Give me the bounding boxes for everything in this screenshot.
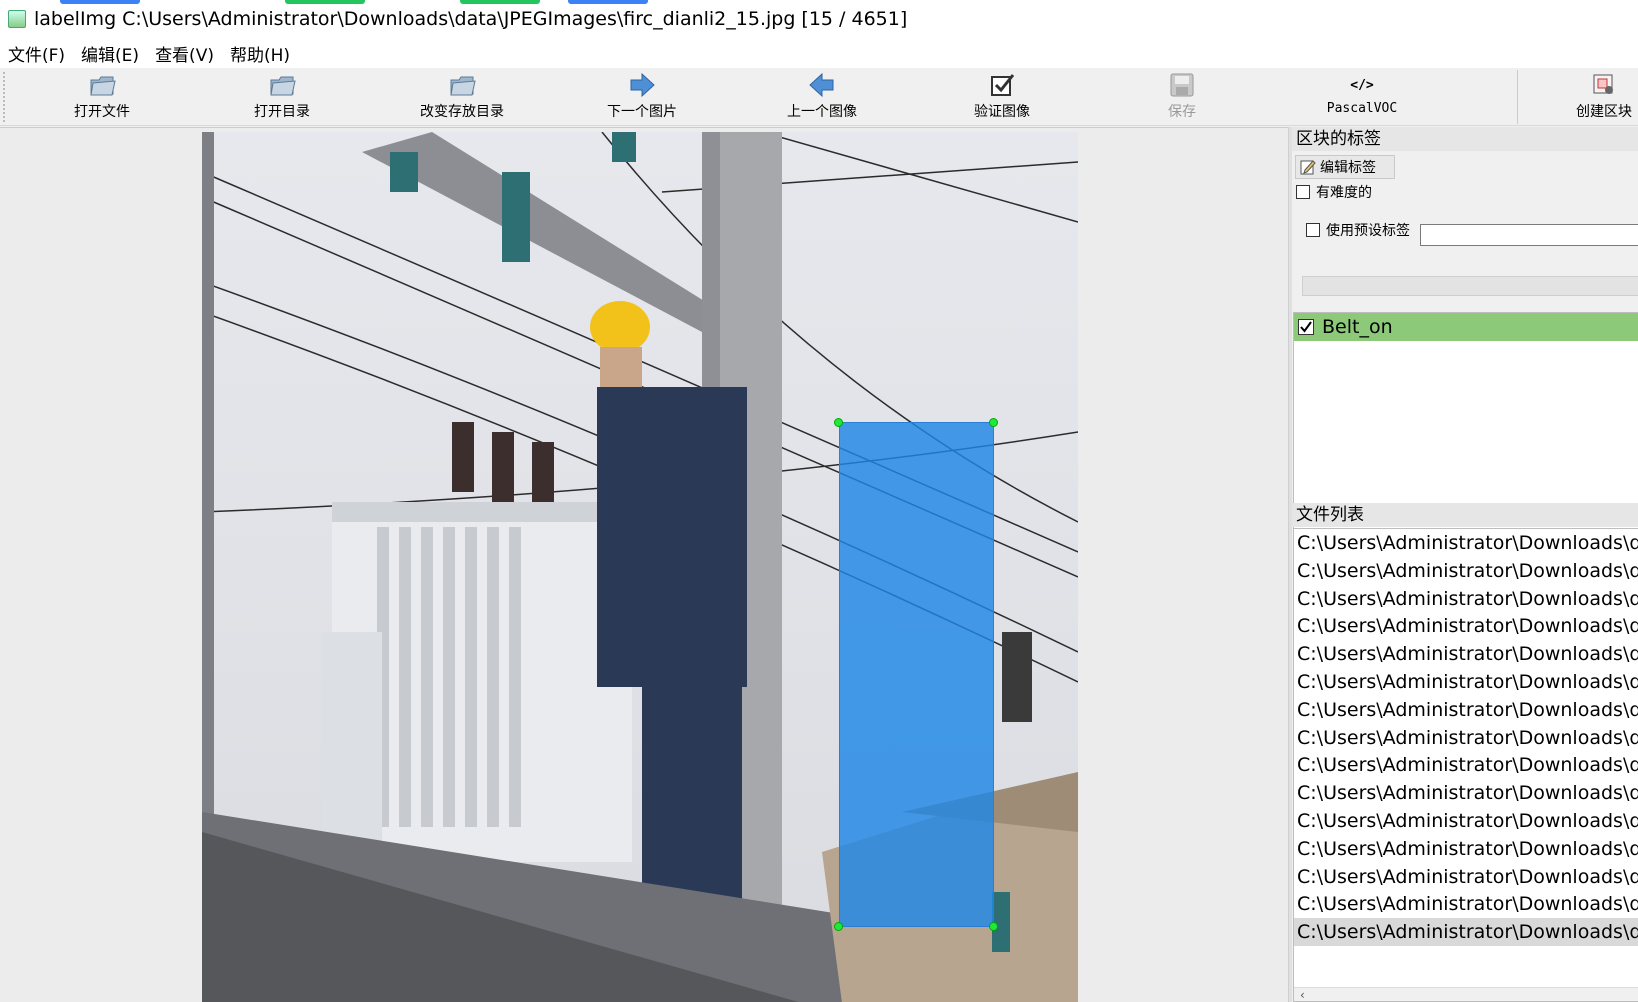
create-box-icon [1590, 72, 1618, 98]
arrow-right-icon [628, 72, 656, 98]
difficult-label: 有难度的 [1316, 185, 1372, 201]
save-button[interactable]: 保存 [1122, 70, 1242, 124]
window-title: labelImg C:\Users\Administrator\Download… [34, 8, 908, 30]
file-list-item[interactable]: C:\Users\Administrator\Downloads\data [1294, 890, 1638, 918]
file-list-item[interactable]: C:\Users\Administrator\Downloads\data [1294, 640, 1638, 668]
file-list-item[interactable]: C:\Users\Administrator\Downloads\data [1294, 751, 1638, 779]
open-dir-label: 打开目录 [254, 104, 310, 120]
use-default-label-checkbox[interactable] [1306, 223, 1320, 237]
verify-image-button[interactable]: 验证图像 [942, 70, 1062, 124]
right-dock: 区块的标签 编辑标签 有难度的 使用预设标签 Belt_on 文件列表 C:\U… [1292, 127, 1638, 1002]
label-item-checkbox[interactable] [1298, 319, 1314, 335]
label-filter-combo[interactable] [1302, 276, 1638, 296]
file-list-item[interactable]: C:\Users\Administrator\Downloads\data [1294, 779, 1638, 807]
label-list-item[interactable]: Belt_on [1294, 313, 1638, 341]
file-list-item[interactable]: C:\Users\Administrator\Downloads\data [1294, 529, 1638, 557]
scroll-left-icon[interactable]: ‹ [1300, 988, 1305, 1001]
open-file-label: 打开文件 [74, 104, 130, 120]
prev-image-label: 上一个图像 [787, 104, 857, 120]
toolbar: 打开文件 打开目录 改变存放目录 下一个图片 上一个图像 验证图像 保存 </>… [0, 68, 1638, 126]
file-list-item[interactable]: C:\Users\Administrator\Downloads\data [1294, 557, 1638, 585]
bbox-vertex-bottom-left[interactable] [834, 922, 843, 931]
prev-image-button[interactable]: 上一个图像 [762, 70, 882, 124]
code-icon: </> [1350, 77, 1374, 93]
toolbar-separator [1517, 70, 1518, 124]
menu-help[interactable]: 帮助(H) [222, 41, 298, 66]
file-list-item-selected[interactable]: C:\Users\Administrator\Downloads\data [1294, 918, 1638, 946]
app-icon [8, 10, 26, 28]
taskbar-strip [60, 0, 660, 4]
open-dir-button[interactable]: 打开目录 [222, 70, 342, 124]
file-list-item[interactable]: C:\Users\Administrator\Downloads\data [1294, 585, 1638, 613]
checkbox-icon [988, 72, 1016, 98]
change-save-dir-label: 改变存放目录 [420, 104, 504, 120]
folder-icon [448, 72, 476, 98]
file-list-item[interactable]: C:\Users\Administrator\Downloads\data [1294, 612, 1638, 640]
difficult-checkbox[interactable] [1296, 185, 1310, 199]
save-label: 保存 [1168, 104, 1196, 120]
open-file-button[interactable]: 打开文件 [42, 70, 162, 124]
change-save-dir-button[interactable]: 改变存放目录 [402, 70, 522, 124]
title-bar: labelImg C:\Users\Administrator\Download… [0, 0, 1638, 38]
folder-icon [268, 72, 296, 98]
menu-bar: 文件(F) 编辑(E) 查看(V) 帮助(H) [0, 38, 1638, 68]
use-default-label-text: 使用预设标签 [1326, 223, 1410, 239]
file-list-item[interactable]: C:\Users\Administrator\Downloads\data [1294, 668, 1638, 696]
difficult-checkbox-row[interactable]: 有难度的 [1296, 182, 1372, 202]
create-box-button[interactable]: 创建区块 [1548, 70, 1638, 124]
format-label: PascalVOC [1326, 101, 1398, 116]
file-list-item[interactable]: C:\Users\Administrator\Downloads\data [1294, 696, 1638, 724]
create-box-label: 创建区块 [1576, 104, 1632, 120]
file-list-item[interactable]: C:\Users\Administrator\Downloads\data [1294, 807, 1638, 835]
labels-dock-title: 区块的标签 [1292, 127, 1638, 151]
toolbar-grip[interactable] [3, 72, 5, 122]
label-item-text: Belt_on [1322, 316, 1393, 338]
edit-icon [1300, 159, 1316, 175]
menu-view[interactable]: 查看(V) [147, 41, 222, 66]
file-list-item[interactable]: C:\Users\Administrator\Downloads\data [1294, 724, 1638, 752]
use-default-label-row[interactable]: 使用预设标签 [1306, 220, 1410, 240]
horizontal-scrollbar[interactable]: ‹ [1294, 987, 1638, 1001]
bbox-vertex-top-right[interactable] [989, 418, 998, 427]
annotated-photo[interactable] [202, 132, 1078, 1002]
canvas-area[interactable] [0, 127, 1288, 1002]
arrow-left-icon [808, 72, 836, 98]
bbox-vertex-bottom-right[interactable] [989, 922, 998, 931]
verify-image-label: 验证图像 [974, 104, 1030, 120]
menu-edit[interactable]: 编辑(E) [73, 41, 147, 66]
file-list-item[interactable]: C:\Users\Administrator\Downloads\data [1294, 835, 1638, 863]
file-list[interactable]: C:\Users\Administrator\Downloads\data C:… [1293, 528, 1638, 1002]
default-label-input[interactable] [1420, 224, 1638, 246]
bounding-box[interactable] [839, 422, 994, 927]
format-button[interactable]: </> PascalVOC [1302, 70, 1422, 124]
edit-label-button[interactable]: 编辑标签 [1295, 155, 1395, 179]
edit-label-text: 编辑标签 [1320, 160, 1376, 176]
bbox-vertex-top-left[interactable] [834, 418, 843, 427]
file-list-dock-title: 文件列表 [1292, 503, 1638, 527]
next-image-label: 下一个图片 [607, 104, 677, 120]
menu-file[interactable]: 文件(F) [0, 41, 73, 66]
folder-icon [88, 72, 116, 98]
file-list-item[interactable]: C:\Users\Administrator\Downloads\data [1294, 863, 1638, 891]
check-icon [1300, 321, 1312, 333]
next-image-button[interactable]: 下一个图片 [582, 70, 702, 124]
save-icon [1168, 72, 1196, 98]
